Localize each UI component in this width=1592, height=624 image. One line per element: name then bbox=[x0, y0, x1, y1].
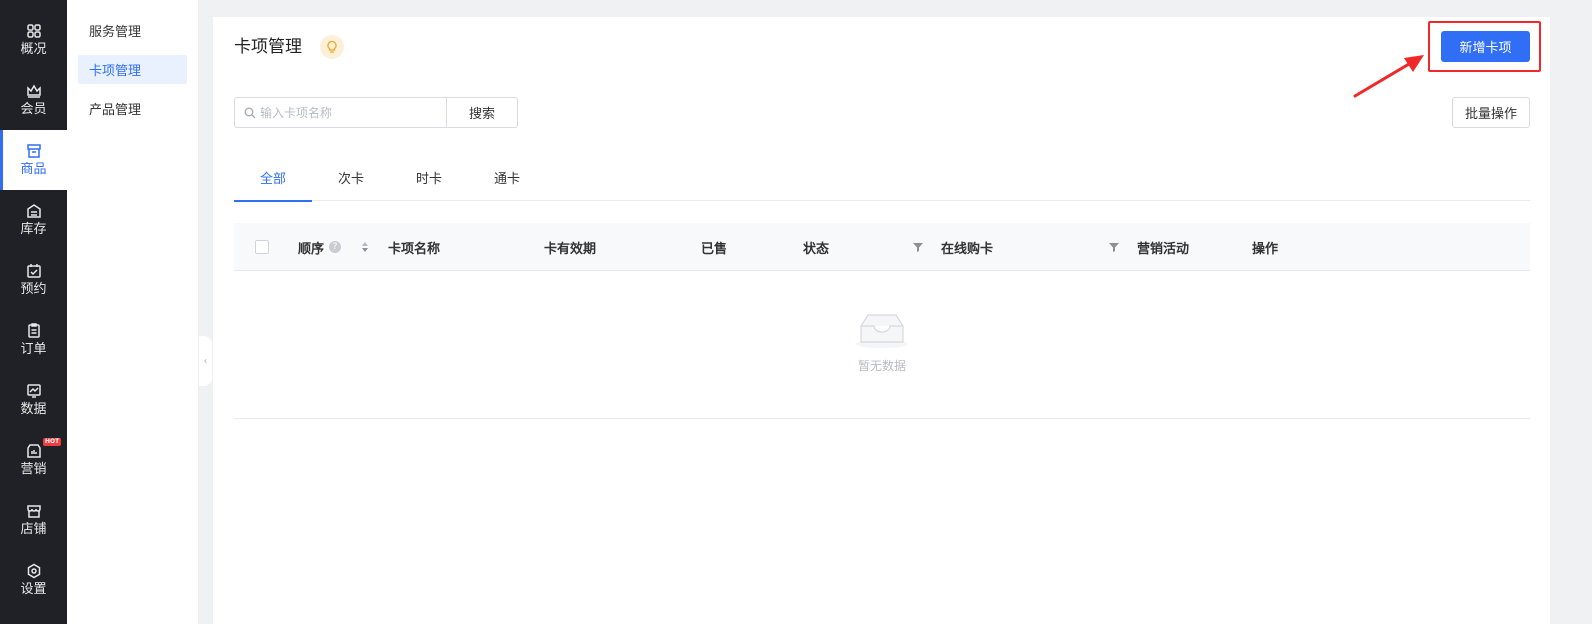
column-order-label: 顺序 bbox=[298, 241, 325, 257]
page-title: 卡项管理 bbox=[234, 37, 302, 57]
tab-time-card[interactable]: 时卡 bbox=[390, 153, 468, 201]
search-icon bbox=[244, 107, 256, 118]
nav-item-shop[interactable]: 店铺 bbox=[0, 490, 67, 550]
secondary-nav: 服务管理 卡项管理 产品管理 bbox=[67, 0, 199, 624]
nav-label: 订单 bbox=[20, 341, 47, 357]
empty-inbox-icon bbox=[856, 314, 908, 348]
inventory-icon bbox=[26, 203, 42, 219]
card-type-tabs: 全部 次卡 时卡 通卡 bbox=[234, 153, 1530, 202]
column-validity: 卡有效期 bbox=[544, 241, 597, 257]
nav-label: 设置 bbox=[20, 581, 47, 597]
nav-label: 商品 bbox=[20, 161, 47, 177]
column-status: 状态 bbox=[803, 241, 830, 257]
tab-count-card[interactable]: 次卡 bbox=[312, 153, 390, 201]
search-field[interactable] bbox=[234, 97, 447, 128]
sort-icon[interactable] bbox=[361, 241, 369, 253]
nav-label: 营销 bbox=[20, 461, 47, 477]
select-all-checkbox[interactable] bbox=[255, 240, 269, 254]
column-order: 顺序 ? bbox=[298, 223, 342, 271]
nav-item-inventory[interactable]: 库存 bbox=[0, 190, 67, 250]
store-icon bbox=[26, 143, 42, 159]
nav-item-settings[interactable]: 设置 bbox=[0, 550, 67, 610]
hot-badge: HOT bbox=[43, 438, 62, 446]
empty-state: 暂无数据 bbox=[234, 271, 1530, 419]
nav-item-marketing[interactable]: 营销 HOT bbox=[0, 430, 67, 490]
tab-universal-card[interactable]: 通卡 bbox=[468, 153, 546, 201]
column-card-name: 卡项名称 bbox=[388, 241, 441, 257]
column-sold: 已售 bbox=[701, 241, 728, 257]
nav-item-orders[interactable]: 订单 bbox=[0, 310, 67, 370]
calendar-check-icon bbox=[26, 263, 42, 279]
subnav-label: 卡项管理 bbox=[89, 64, 142, 79]
sidebar-collapse-handle[interactable]: ‹ bbox=[199, 336, 212, 386]
settings-icon bbox=[26, 563, 42, 579]
primary-nav: 概况 会员 商品 库存 预约 订单 数据 营销 HOT 店铺 设置 bbox=[0, 0, 67, 624]
nav-item-booking[interactable]: 预约 bbox=[0, 250, 67, 310]
batch-operation-button[interactable]: 批量操作 bbox=[1452, 97, 1530, 128]
clipboard-icon bbox=[26, 322, 42, 339]
dashboard-icon bbox=[26, 23, 42, 39]
column-actions: 操作 bbox=[1252, 241, 1279, 257]
marketing-icon bbox=[26, 443, 42, 459]
nav-label: 库存 bbox=[20, 221, 47, 237]
subnav-label: 产品管理 bbox=[89, 103, 142, 118]
subnav-item-service-management[interactable]: 服务管理 bbox=[78, 16, 187, 45]
tip-button[interactable] bbox=[320, 35, 344, 59]
subnav-item-product-management[interactable]: 产品管理 bbox=[78, 94, 187, 123]
nav-label: 预约 bbox=[20, 281, 47, 297]
lightbulb-icon bbox=[327, 40, 337, 53]
nav-item-products[interactable]: 商品 bbox=[0, 130, 67, 190]
column-marketing: 营销活动 bbox=[1137, 241, 1190, 257]
subnav-item-card-management[interactable]: 卡项管理 bbox=[78, 55, 187, 84]
nav-item-data[interactable]: 数据 bbox=[0, 370, 67, 430]
nav-label: 店铺 bbox=[20, 521, 47, 537]
nav-label: 概况 bbox=[20, 41, 47, 57]
subnav-label: 服务管理 bbox=[89, 25, 142, 40]
nav-label: 数据 bbox=[20, 401, 47, 417]
shop-icon bbox=[26, 503, 42, 519]
tab-all[interactable]: 全部 bbox=[234, 153, 312, 202]
chart-icon bbox=[26, 383, 42, 399]
nav-item-members[interactable]: 会员 bbox=[0, 70, 67, 130]
chevron-left-icon: ‹ bbox=[203, 355, 208, 367]
main-panel: 卡项管理 新增卡项 搜索 批量操作 全部 次卡 时卡 通卡 顺序 ? 卡项名称 … bbox=[213, 17, 1550, 624]
table-header: 顺序 ? 卡项名称 卡有效期 已售 状态 在线购卡 营销活动 操作 bbox=[234, 223, 1530, 271]
crown-icon bbox=[26, 83, 42, 99]
filter-icon[interactable] bbox=[913, 242, 923, 252]
empty-text: 暂无数据 bbox=[857, 359, 906, 373]
nav-label: 会员 bbox=[20, 101, 47, 117]
column-online-purchase: 在线购卡 bbox=[941, 241, 994, 257]
search-input[interactable] bbox=[260, 105, 440, 120]
search-button[interactable]: 搜索 bbox=[447, 97, 518, 128]
add-card-button[interactable]: 新增卡项 bbox=[1441, 31, 1530, 62]
annotation-arrow bbox=[1353, 55, 1424, 98]
filter-icon[interactable] bbox=[1109, 242, 1119, 252]
nav-item-overview[interactable]: 概况 bbox=[0, 10, 67, 70]
help-icon[interactable]: ? bbox=[329, 241, 342, 253]
